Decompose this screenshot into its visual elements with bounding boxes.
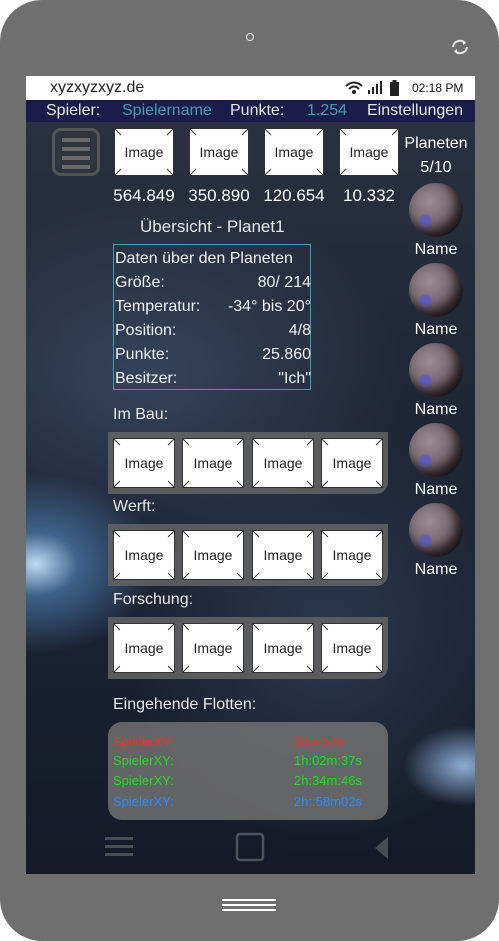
planet-info-panel: Daten über den Planeten Größe: 80/ 214 Te… [113,244,311,390]
player-bar: Spieler: Spielername Punkte: 1.254 Einst… [26,100,475,122]
overview-title: Übersicht - Planet1 [140,217,285,236]
settings-link[interactable]: Einstellungen [367,102,463,120]
fleet-time: 20m:54s [294,734,344,749]
shipyard-label: Werft: [113,498,156,515]
phone-frame: xyzxyzxyz.de 02:18 PM Spieler: Spielerna… [0,0,499,941]
soft-keys [105,832,388,862]
hamburger-softkey-icon [105,837,133,856]
camera-icon [246,33,254,41]
resource-value-4: 10.332 [343,186,395,205]
rotate-icon[interactable] [449,38,471,56]
shipyard-item-1[interactable]: Image [113,530,175,580]
fleet-player: SpielerXY: [113,753,174,768]
shipyard-item-3[interactable]: Image [252,530,314,580]
fleet-player: SpielerXY: [113,773,174,788]
planets-header: Planeten 5/10 [399,132,473,180]
site-title: xyzxyzxyz.de [50,79,145,96]
construction-item-1[interactable]: Image [113,438,175,488]
research-item-3[interactable]: Image [252,623,314,673]
fleet-player: SpielerXY: [113,734,174,749]
back-icon [375,837,388,859]
planet-name[interactable]: Name [399,481,473,499]
points-value: 1.254 [307,102,348,119]
home-icon [235,832,265,862]
player-label: Spieler: [46,102,101,119]
shipyard-item-2[interactable]: Image [182,530,244,580]
fleets-panel: SpielerXY: 20m:54s SpielerXY: 1h:02m:37s… [108,722,388,820]
points-label: Punkte: [230,102,285,119]
research-item-1[interactable]: Image [113,623,175,673]
battery-icon [390,80,399,96]
info-row-position: Position: 4/8 [115,322,311,339]
fleet-time: 2h::58m02s [294,794,362,809]
home-bars-icon[interactable] [222,896,276,914]
research-item-2[interactable]: Image [182,623,244,673]
planet-thumbnail[interactable] [409,343,463,397]
fleets-label: Eingehende Flotten: [113,696,257,713]
construction-item-2[interactable]: Image [182,438,244,488]
planet-name[interactable]: Name [399,401,473,419]
resource-image-4: Image [339,128,399,176]
planet-thumbnail[interactable] [409,423,463,477]
menu-icon[interactable] [52,128,100,176]
info-row-owner: Besitzer: "Ich" [115,370,311,387]
info-row-size: Größe: 80/ 214 [115,274,311,291]
fleet-time: 2h:34m:46s [294,773,362,788]
planet-name[interactable]: Name [399,321,473,339]
planets-title: Planeten [404,135,468,152]
status-icons [345,80,399,96]
resource-value-3: 120.654 [263,186,325,205]
planet-thumbnail[interactable] [409,503,463,557]
resource-value-1: 564.849 [113,186,175,205]
resource-image-3: Image [264,128,324,176]
fleet-time: 1h:02m:37s [294,753,362,768]
planets-count: 5/10 [420,159,452,176]
status-bar: xyzxyzxyz.de 02:18 PM [26,76,475,100]
shipyard-item-4[interactable]: Image [321,530,383,580]
research-label: Forschung: [113,591,194,608]
planet-thumbnail[interactable] [409,183,463,237]
player-name[interactable]: Spielername [122,102,212,120]
research-item-4[interactable]: Image [321,623,383,673]
info-row-temperature: Temperatur: -34° bis 20° [115,298,311,315]
signal-icon [368,81,382,94]
resource-image-2: Image [189,128,249,176]
planet-name[interactable]: Name [399,561,473,579]
app-screen: xyzxyzxyz.de 02:18 PM Spieler: Spielerna… [26,76,475,874]
construction-item-4[interactable]: Image [321,438,383,488]
resource-image-1: Image [114,128,174,176]
planet-name[interactable]: Name [399,241,473,259]
construction-label: Im Bau: [113,406,169,423]
planet-thumbnail[interactable] [409,263,463,317]
resource-value-2: 350.890 [188,186,250,205]
planet-info-heading: Daten über den Planeten [115,250,293,267]
info-row-points: Punkte: 25.860 [115,346,311,363]
construction-item-3[interactable]: Image [252,438,314,488]
wifi-icon [345,81,363,94]
fleet-player: SpielerXY: [113,794,174,809]
clock: 02:18 PM [412,81,464,95]
